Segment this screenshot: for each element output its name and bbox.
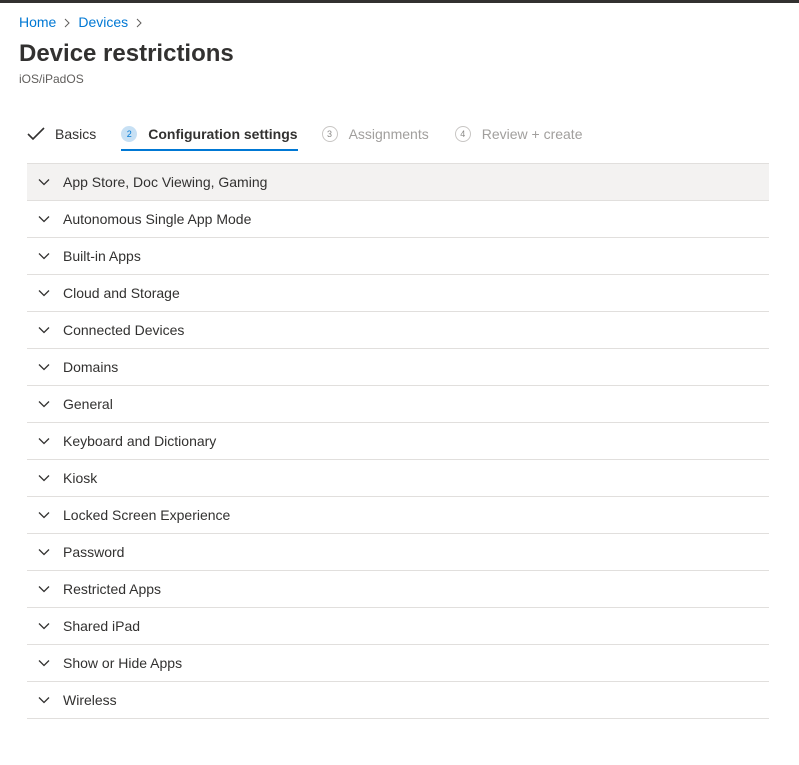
section-label: Domains bbox=[63, 359, 119, 375]
section-label: Restricted Apps bbox=[63, 581, 162, 597]
step-label: Basics bbox=[55, 126, 97, 142]
step-number-badge: 4 bbox=[454, 126, 471, 142]
section-autonomous-single-app-mode[interactable]: Autonomous Single App Mode bbox=[27, 201, 769, 238]
step-basics[interactable]: Basics bbox=[27, 120, 96, 148]
section-label: Built-in Apps bbox=[63, 248, 141, 264]
chevron-down-icon bbox=[38, 400, 50, 408]
chevron-down-icon bbox=[38, 585, 50, 593]
chevron-down-icon bbox=[38, 178, 50, 186]
top-border bbox=[0, 0, 799, 3]
section-label: App Store, Doc Viewing, Gaming bbox=[63, 174, 268, 190]
section-label: Cloud and Storage bbox=[63, 285, 180, 301]
step-review-create[interactable]: 4 Review + create bbox=[454, 120, 583, 148]
step-number-badge: 2 bbox=[121, 126, 138, 142]
section-wireless[interactable]: Wireless bbox=[27, 682, 769, 719]
chevron-right-icon bbox=[56, 13, 78, 31]
step-number-badge: 3 bbox=[321, 126, 338, 142]
section-label: Keyboard and Dictionary bbox=[63, 433, 217, 449]
chevron-down-icon bbox=[38, 437, 50, 445]
section-built-in-apps[interactable]: Built-in Apps bbox=[27, 238, 769, 275]
section-general[interactable]: General bbox=[27, 386, 769, 423]
section-password[interactable]: Password bbox=[27, 534, 769, 571]
section-connected-devices[interactable]: Connected Devices bbox=[27, 312, 769, 349]
breadcrumb: Home Devices bbox=[19, 13, 150, 31]
breadcrumb-devices-link[interactable]: Devices bbox=[78, 13, 128, 31]
step-label: Assignments bbox=[348, 126, 429, 142]
section-app-store-doc-viewing-gaming[interactable]: App Store, Doc Viewing, Gaming bbox=[27, 164, 769, 201]
section-show-or-hide-apps[interactable]: Show or Hide Apps bbox=[27, 645, 769, 682]
page-title: Device restrictions bbox=[19, 40, 234, 67]
chevron-down-icon bbox=[38, 215, 50, 223]
step-assignments[interactable]: 3 Assignments bbox=[321, 120, 429, 148]
step-label: Configuration settings bbox=[148, 126, 298, 142]
chevron-down-icon bbox=[38, 474, 50, 482]
chevron-down-icon bbox=[38, 363, 50, 371]
chevron-right-icon bbox=[128, 13, 150, 31]
chevron-down-icon bbox=[38, 659, 50, 667]
section-kiosk[interactable]: Kiosk bbox=[27, 460, 769, 497]
breadcrumb-home-link[interactable]: Home bbox=[19, 13, 56, 31]
section-label: Autonomous Single App Mode bbox=[63, 211, 252, 227]
step-label: Review + create bbox=[481, 126, 583, 142]
section-label: Show or Hide Apps bbox=[63, 655, 183, 671]
section-label: Shared iPad bbox=[63, 618, 141, 634]
page-subtitle: iOS/iPadOS bbox=[19, 72, 84, 86]
section-label: Password bbox=[63, 544, 125, 560]
section-label: Connected Devices bbox=[63, 322, 185, 338]
section-label: Wireless bbox=[63, 692, 117, 708]
chevron-down-icon bbox=[38, 696, 50, 704]
chevron-down-icon bbox=[38, 326, 50, 334]
chevron-down-icon bbox=[38, 289, 50, 297]
section-label: General bbox=[63, 396, 113, 412]
chevron-down-icon bbox=[38, 548, 50, 556]
section-locked-screen-experience[interactable]: Locked Screen Experience bbox=[27, 497, 769, 534]
chevron-down-icon bbox=[38, 622, 50, 630]
checkmark-icon bbox=[27, 127, 45, 141]
section-keyboard-and-dictionary[interactable]: Keyboard and Dictionary bbox=[27, 423, 769, 460]
section-cloud-and-storage[interactable]: Cloud and Storage bbox=[27, 275, 769, 312]
section-label: Kiosk bbox=[63, 470, 98, 486]
chevron-down-icon bbox=[38, 511, 50, 519]
settings-accordion: App Store, Doc Viewing, Gaming Autonomou… bbox=[27, 163, 769, 719]
wizard-steps: Basics 2 Configuration settings 3 Assign… bbox=[27, 120, 609, 154]
section-shared-ipad[interactable]: Shared iPad bbox=[27, 608, 769, 645]
section-domains[interactable]: Domains bbox=[27, 349, 769, 386]
step-configuration-settings[interactable]: 2 Configuration settings bbox=[121, 120, 298, 151]
section-restricted-apps[interactable]: Restricted Apps bbox=[27, 571, 769, 608]
chevron-down-icon bbox=[38, 252, 50, 260]
section-label: Locked Screen Experience bbox=[63, 507, 231, 523]
